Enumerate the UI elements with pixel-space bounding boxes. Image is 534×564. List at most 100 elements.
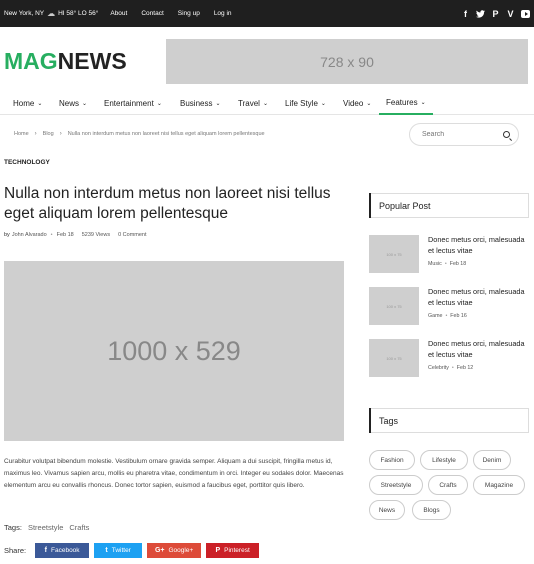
popular-post-title[interactable]: Donec metus orci, malesuada et lectus vi…	[428, 339, 532, 360]
popular-post-meta: Celebrity • Feb 12	[428, 365, 473, 371]
google-plus-icon: G+	[154, 546, 165, 554]
chevron-down-icon: ⌄	[420, 99, 426, 106]
search-box	[409, 123, 519, 146]
search-icon[interactable]	[503, 131, 510, 138]
chevron-down-icon: ⌄	[156, 100, 162, 107]
popular-post-category[interactable]: Game	[428, 313, 442, 319]
popular-post-date: Feb 16	[450, 313, 467, 319]
top-link-login[interactable]: Log in	[214, 10, 232, 17]
logo-news: NEWS	[57, 48, 127, 74]
article-tag-crafts[interactable]: Crafts	[69, 523, 89, 532]
share-google-plus-button[interactable]: G+ Google+	[147, 542, 202, 558]
search-input[interactable]	[422, 131, 492, 138]
breadcrumb-blog[interactable]: Blog	[43, 131, 54, 137]
share-facebook-button[interactable]: f Facebook	[35, 542, 90, 558]
nav-item-label: Video	[343, 98, 364, 108]
chevron-down-icon: ⌄	[366, 100, 372, 107]
share-button-label: Twitter	[111, 546, 131, 554]
article-body: Curabitur volutpat bibendum molestie. Ve…	[4, 458, 344, 490]
nav-item-label: Life Style	[285, 98, 318, 108]
ad-size-label: 728 x 90	[320, 53, 374, 70]
popular-post-category[interactable]: Celebrity	[428, 365, 449, 371]
share-button-label: Facebook	[51, 546, 80, 554]
share-pinterest-button[interactable]: P Pinterest	[206, 542, 260, 558]
article-hero-image: 1000 x 529	[4, 261, 344, 441]
weather-widget: New York, NY ☁ HI 58° LO 56°	[4, 9, 98, 18]
chevron-down-icon: ⌄	[37, 100, 43, 107]
facebook-icon[interactable]: f	[461, 8, 470, 19]
header-ad-banner[interactable]: 728 x 90	[166, 39, 528, 84]
popular-post-title[interactable]: Donec metus orci, malesuada et lectus vi…	[428, 235, 532, 256]
chevron-right-icon: ›	[34, 131, 37, 137]
top-link-about[interactable]: About	[110, 10, 127, 17]
share-twitter-button[interactable]: t Twitter	[94, 542, 143, 558]
meta-separator: •	[451, 365, 454, 371]
tag-news[interactable]: News	[369, 500, 405, 520]
article-views: 5239 Views	[81, 232, 111, 238]
article-meta: by John Alvarado • Feb 18 5239 Views 0 C…	[4, 232, 147, 238]
weather-temps: HI 58° LO 56°	[58, 10, 99, 17]
tags-label: Tags:	[4, 523, 22, 532]
share-button-label: Pinterest	[224, 546, 250, 554]
logo-mag: MAG	[4, 48, 58, 74]
popular-post-meta: Game • Feb 16	[428, 313, 467, 319]
popular-post-item[interactable]: 100 x 75 Donec metus orci, malesuada et …	[369, 339, 529, 379]
chevron-down-icon: ⌄	[215, 100, 221, 107]
tag-crafts[interactable]: Crafts	[428, 475, 468, 495]
pinterest-icon[interactable]: P	[491, 8, 500, 19]
popular-post-category[interactable]: Music	[428, 261, 442, 267]
popular-post-item[interactable]: 100 x 75 Donec metus orci, malesuada et …	[369, 287, 529, 327]
tag-fashion[interactable]: Fashion	[369, 450, 415, 470]
popular-post-thumbnail[interactable]: 100 x 75	[369, 235, 419, 273]
nav-item-entertainment[interactable]: Entertainment ⌄	[104, 91, 162, 115]
tag-magazine[interactable]: Magazine	[473, 475, 525, 495]
twitter-icon[interactable]	[476, 8, 485, 19]
tag-lifestyle[interactable]: Lifestyle	[420, 450, 468, 470]
nav-item-label: Home	[13, 98, 35, 108]
chevron-right-icon: ›	[59, 131, 62, 137]
twitter-icon: t	[105, 546, 108, 554]
youtube-icon[interactable]	[521, 8, 530, 19]
top-bar: New York, NY ☁ HI 58° LO 56° About Conta…	[0, 0, 534, 27]
share-bar: Share: f Facebook t Twitter G+ Google+ P…	[4, 542, 260, 558]
nav-item-home[interactable]: Home ⌄	[13, 91, 42, 115]
meta-separator: •	[444, 261, 447, 267]
popular-post-date: Feb 12	[456, 365, 474, 371]
popular-post-item[interactable]: 100 x 75 Donec metus orci, malesuada et …	[369, 235, 529, 275]
nav-item-business[interactable]: Business ⌄	[180, 91, 221, 115]
popular-post-title[interactable]: Donec metus orci, malesuada et lectus vi…	[428, 287, 532, 308]
nav-item-features[interactable]: Features ⌄	[379, 91, 433, 115]
meta-separator: •	[50, 232, 53, 238]
main-nav: Home ⌄ News ⌄ Entertainment ⌄ Business ⌄ Tra…	[0, 91, 534, 115]
tag-streetstyle[interactable]: Streetstyle	[369, 475, 423, 495]
site-logo[interactable]: MAGNEWS	[4, 48, 127, 75]
nav-item-news[interactable]: News ⌄	[59, 91, 87, 115]
breadcrumb-current: Nulla non interdum metus non laoreet nis…	[67, 131, 265, 137]
popular-post-date: Feb 18	[449, 261, 467, 267]
facebook-icon: f	[44, 546, 47, 554]
pinterest-icon: P	[215, 546, 221, 554]
nav-item-lifestyle[interactable]: Life Style ⌄	[285, 91, 326, 115]
tag-blogs[interactable]: Blogs	[412, 500, 451, 520]
cloud-icon: ☁	[47, 9, 56, 18]
share-label: Share:	[4, 545, 27, 555]
popular-post-thumbnail[interactable]: 100 x 75	[369, 287, 419, 325]
nav-item-travel[interactable]: Travel ⌄	[238, 91, 268, 115]
popular-post-thumbnail[interactable]: 100 x 75	[369, 339, 419, 377]
article-comments[interactable]: 0 Comment	[118, 232, 146, 238]
social-links: f P V	[461, 0, 530, 27]
tags-widget-heading: Tags	[369, 408, 529, 433]
article-tag-streetstyle[interactable]: Streetstyle	[28, 523, 63, 532]
top-bar-left: New York, NY ☁ HI 58° LO 56° About Conta…	[4, 0, 246, 27]
article-category[interactable]: TECHNOLOGY	[4, 159, 50, 166]
meta-separator: •	[445, 313, 448, 319]
vimeo-icon[interactable]: V	[506, 8, 515, 19]
top-link-signup[interactable]: Sing up	[178, 10, 200, 17]
nav-item-label: Travel	[238, 98, 260, 108]
nav-item-label: News	[59, 98, 80, 108]
tag-denim[interactable]: Denim	[473, 450, 511, 470]
author-name[interactable]: John Alvarado	[12, 232, 47, 238]
top-link-contact[interactable]: Contact	[141, 10, 163, 17]
breadcrumb-home[interactable]: Home	[14, 131, 29, 137]
nav-item-video[interactable]: Video ⌄	[343, 91, 371, 115]
